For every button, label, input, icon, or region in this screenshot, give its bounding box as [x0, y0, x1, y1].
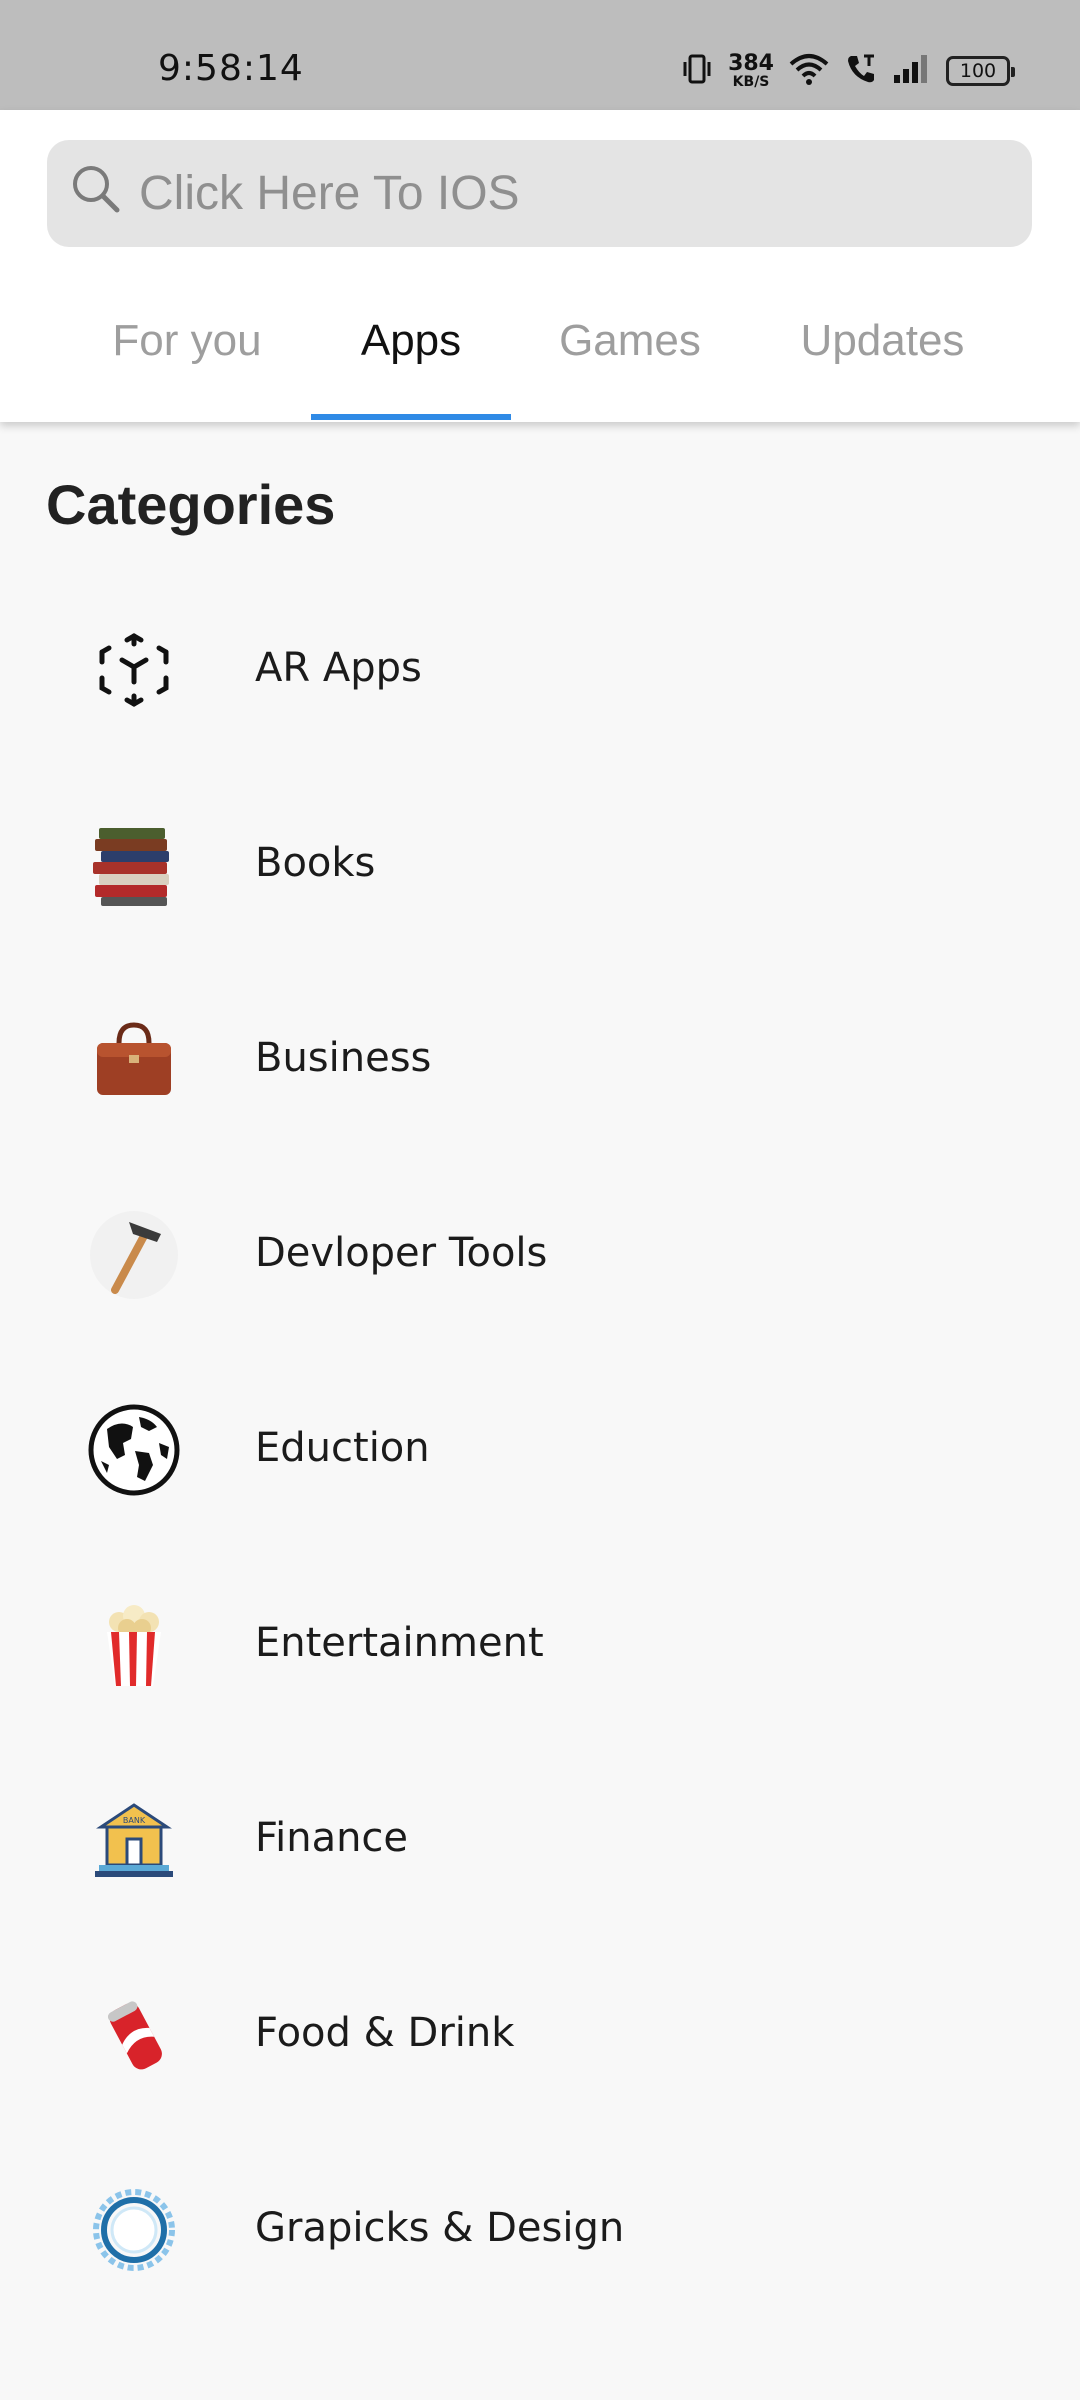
popcorn-icon — [84, 1595, 184, 1695]
tab-games[interactable]: Games — [530, 290, 730, 422]
category-item-developer-tools[interactable]: Devloper Tools — [0, 1155, 1080, 1350]
category-label: Grapicks & Design — [255, 2204, 625, 2251]
briefcase-icon — [84, 1010, 184, 1110]
books-icon — [84, 815, 184, 915]
status-icons: 384 KB/S 100 — [680, 50, 1015, 92]
call-icon — [844, 52, 878, 91]
categories-section: Categories AR Apps Books Business Devlop… — [0, 422, 1080, 2400]
net-speed-unit: KB/S — [732, 74, 770, 90]
bank-icon: BANK — [84, 1790, 184, 1890]
category-label: AR Apps — [255, 644, 422, 691]
signal-icon — [892, 53, 932, 90]
category-item-books[interactable]: Books — [0, 765, 1080, 960]
search-icon[interactable] — [69, 162, 125, 218]
tab-apps[interactable]: Apps — [311, 290, 511, 422]
category-item-education[interactable]: Eduction — [0, 1350, 1080, 1545]
tab-for-you[interactable]: For you — [82, 290, 292, 422]
category-item-food-drink[interactable]: Food & Drink — [0, 1935, 1080, 2130]
category-item-business[interactable]: Business — [0, 960, 1080, 1155]
category-label: Entertainment — [255, 1619, 544, 1666]
category-label: Devloper Tools — [255, 1229, 548, 1276]
vibrate-icon — [680, 52, 714, 91]
net-speed-value: 384 — [728, 51, 774, 76]
wifi-icon — [788, 52, 830, 91]
search-bar[interactable] — [47, 140, 1032, 247]
search-input[interactable] — [137, 140, 997, 247]
category-label: Finance — [255, 1814, 409, 1861]
app-header: For you Apps Games Updates — [0, 110, 1080, 422]
category-item-finance[interactable]: BANK Finance — [0, 1740, 1080, 1935]
hammer-icon — [84, 1205, 184, 1305]
ar-cube-icon — [84, 620, 184, 720]
category-label: Food & Drink — [255, 2009, 515, 2056]
tab-bar: For you Apps Games Updates — [0, 290, 1080, 422]
category-item-entertainment[interactable]: Entertainment — [0, 1545, 1080, 1740]
section-title: Categories — [46, 473, 336, 536]
active-tab-indicator — [311, 414, 511, 420]
globe-icon — [84, 1400, 184, 1500]
battery-icon: 100 — [946, 56, 1015, 86]
soda-can-icon — [84, 1985, 184, 2085]
tab-updates[interactable]: Updates — [770, 290, 995, 422]
category-label: Eduction — [255, 1424, 430, 1471]
category-item-graphics-design[interactable]: Grapicks & Design — [0, 2130, 1080, 2325]
net-speed: 384 KB/S — [728, 51, 774, 90]
ring-icon — [84, 2180, 184, 2280]
category-label: Books — [255, 839, 376, 886]
category-label: Business — [255, 1034, 432, 1081]
status-time: 9:58:14 — [158, 48, 304, 89]
svg-text:BANK: BANK — [123, 1816, 146, 1825]
category-item-ar-apps[interactable]: AR Apps — [0, 570, 1080, 765]
status-bar: 9:58:14 384 KB/S 100 — [0, 0, 1080, 110]
category-list: AR Apps Books Business Devloper Tools Ed… — [0, 570, 1080, 2325]
